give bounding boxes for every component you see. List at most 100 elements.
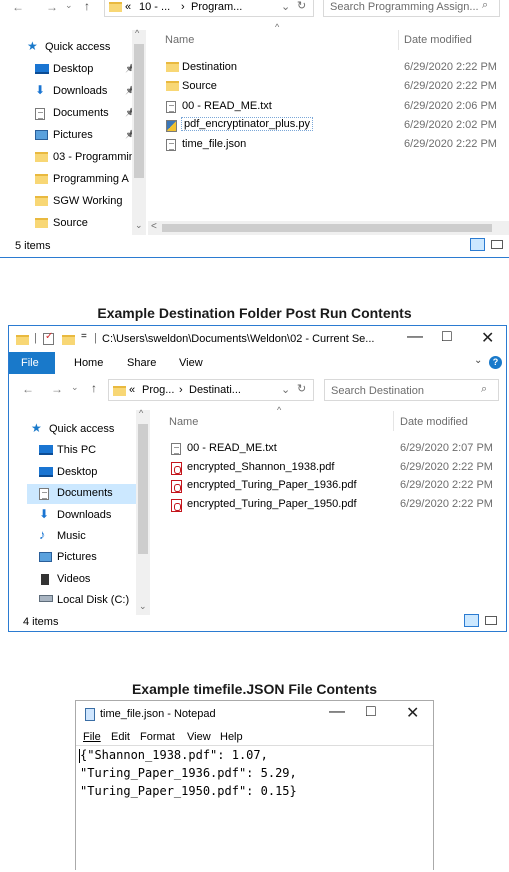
details-view-button[interactable] [464, 614, 479, 627]
sidebar-scrollbar[interactable]: ^ ⌄ [132, 28, 146, 235]
refresh-icon[interactable]: ↻ [297, 382, 306, 395]
sidebar-item-local-disk-c[interactable]: Local Disk (C:) [27, 591, 141, 610]
menu-file[interactable]: File [83, 731, 101, 743]
expand-ribbon-chevron-icon[interactable]: ⌄ [474, 355, 482, 366]
forward-arrow-icon[interactable]: → [51, 382, 63, 396]
breadcrumb-item[interactable]: 10 - ... [139, 1, 170, 13]
refresh-icon[interactable]: ↻ [297, 0, 306, 12]
up-arrow-icon[interactable]: ↑ [91, 381, 97, 395]
menu-help[interactable]: Help [220, 731, 243, 743]
file-row[interactable]: encrypted_Turing_Paper_1950.pdf 6/29/2020… [165, 496, 494, 514]
minimize-button[interactable]: — [407, 328, 423, 346]
sidebar-item-documents[interactable]: Documents [27, 484, 141, 504]
sidebar-item-pictures[interactable]: Pictures 📌 [23, 126, 137, 146]
file-date: 6/29/2020 2:07 PM [400, 442, 493, 454]
menu-edit[interactable]: Edit [111, 731, 130, 743]
search-input[interactable]: Search Destination [331, 385, 424, 397]
horizontal-scrollbar[interactable]: < [148, 221, 509, 235]
column-header-name[interactable]: Name [169, 416, 198, 428]
recent-locations-chevron-icon[interactable]: ⌄ [65, 0, 73, 11]
scroll-left-icon[interactable]: < [151, 221, 157, 232]
file-row[interactable]: pdf_encryptinator_plus.py 6/29/2020 2:02 … [160, 116, 498, 135]
ribbon-tab-file[interactable]: File [9, 352, 55, 374]
address-bar[interactable]: « 10 - ... › Program... ⌄ ↻ [104, 0, 314, 17]
sidebar-item-downloads[interactable]: ⬇ Downloads [27, 506, 141, 525]
up-arrow-icon[interactable]: ↑ [84, 0, 90, 13]
address-dropdown-icon[interactable]: ⌄ [281, 383, 290, 396]
search-box[interactable]: Search Destination ⌕ [324, 379, 499, 401]
text-area[interactable]: {"Shannon_1938.pdf": 1.07, "Turing_Paper… [76, 745, 433, 872]
sidebar-item-videos[interactable]: Videos [27, 570, 141, 589]
file-row[interactable]: 00 - READ_ME.txt 6/29/2020 2:06 PM [160, 98, 498, 116]
sidebar-item-music[interactable]: ♪ Music [27, 527, 141, 546]
sidebar-item-desktop[interactable]: Desktop 📌 [23, 60, 137, 80]
maximize-button[interactable]: □ [366, 703, 376, 721]
sidebar-item-quick-access[interactable]: ★ Quick access [23, 38, 141, 58]
ribbon-tab-view[interactable]: View [179, 357, 203, 369]
close-button[interactable]: ✕ [481, 328, 494, 348]
file-row[interactable]: encrypted_Shannon_1938.pdf 6/29/2020 2:22… [165, 459, 494, 477]
sidebar-item-03-programmin[interactable]: 03 - Programmin [23, 148, 137, 168]
scroll-up-icon[interactable]: ^ [139, 408, 143, 418]
folder-icon [166, 62, 179, 72]
breadcrumb-item[interactable]: Destinati... [189, 384, 241, 396]
sidebar-item-downloads[interactable]: ⬇ Downloads 📌 [23, 82, 137, 102]
quick-access-toolbar-dropdown-icon[interactable]: = [81, 331, 87, 342]
breadcrumb-item[interactable]: Program... [191, 1, 242, 13]
scroll-down-icon[interactable]: ⌄ [139, 601, 147, 612]
recent-locations-chevron-icon[interactable]: ⌄ [71, 382, 79, 393]
large-icons-view-button[interactable] [491, 240, 503, 249]
sort-indicator-icon: ^ [275, 22, 280, 32]
large-icons-view-button[interactable] [485, 616, 497, 625]
column-header-date[interactable]: Date modified [400, 416, 468, 428]
notepad-title: time_file.json - Notepad [100, 708, 216, 720]
scroll-up-icon[interactable]: ^ [135, 28, 139, 38]
file-row[interactable]: Source 6/29/2020 2:22 PM [160, 78, 498, 96]
menu-format[interactable]: Format [140, 731, 175, 743]
column-divider[interactable] [398, 30, 399, 50]
scrollbar-thumb[interactable] [162, 224, 492, 232]
file-row[interactable]: time_file.json 6/29/2020 2:22 PM [160, 136, 498, 154]
search-input[interactable]: Search Programming Assign... [330, 1, 479, 13]
file-row[interactable]: encrypted_Turing_Paper_1936.pdf 6/29/2020… [165, 477, 494, 495]
sidebar-scrollbar[interactable]: ^ ⌄ [136, 408, 150, 615]
sidebar-item-quick-access[interactable]: ★ Quick access [27, 420, 145, 439]
address-dropdown-icon[interactable]: ⌄ [281, 0, 290, 13]
sidebar-item-programming-a[interactable]: Programming A [23, 170, 137, 190]
minimize-button[interactable]: — [329, 703, 345, 721]
breadcrumb-item[interactable]: Prog... [142, 384, 174, 396]
sidebar-item-sgw-working[interactable]: SGW Working [23, 192, 137, 212]
sidebar-item-label: SGW Working [53, 195, 123, 207]
forward-arrow-icon[interactable]: → [46, 0, 58, 14]
sidebar-item-source[interactable]: Source [23, 214, 137, 234]
sidebar-item-this-pc[interactable]: This PC [27, 441, 141, 460]
details-view-button[interactable] [470, 238, 485, 251]
column-divider[interactable] [393, 411, 394, 431]
sidebar-item-pictures[interactable]: Pictures [27, 548, 141, 567]
ribbon-tab-home[interactable]: Home [74, 357, 103, 369]
text-line: {"Shannon_1938.pdf": 1.07, [80, 748, 268, 762]
ribbon-tab-share[interactable]: Share [127, 357, 156, 369]
sidebar-item-documents[interactable]: Documents 📌 [23, 104, 137, 124]
search-icon[interactable]: ⌕ [482, 0, 488, 12]
menu-view[interactable]: View [187, 731, 211, 743]
back-arrow-icon[interactable]: ← [22, 382, 34, 396]
address-bar[interactable]: « Prog... › Destinati... ⌄ ↻ [108, 379, 314, 401]
column-header-name[interactable]: Name [165, 34, 194, 46]
maximize-button[interactable]: □ [442, 328, 452, 346]
scrollbar-thumb[interactable] [134, 44, 144, 178]
scroll-down-icon[interactable]: ⌄ [135, 220, 143, 231]
search-box[interactable]: Search Programming Assign... ⌕ [323, 0, 500, 17]
new-folder-icon[interactable] [62, 335, 75, 345]
file-row[interactable]: Destination 6/29/2020 2:22 PM [160, 59, 498, 77]
properties-checkbox-icon[interactable]: ✓ [43, 331, 54, 345]
scrollbar-thumb[interactable] [138, 424, 148, 554]
sidebar-item-desktop[interactable]: Desktop [27, 463, 141, 482]
help-icon[interactable]: ? [489, 356, 502, 369]
close-button[interactable]: ✕ [406, 703, 419, 723]
back-arrow-icon[interactable]: ← [12, 0, 24, 14]
file-row[interactable]: 00 - READ_ME.txt 6/29/2020 2:07 PM [165, 440, 494, 458]
column-header-date[interactable]: Date modified [404, 34, 472, 46]
search-icon[interactable]: ⌕ [481, 383, 487, 396]
text-line: "Turing_Paper_1950.pdf": 0.15} [80, 784, 297, 798]
